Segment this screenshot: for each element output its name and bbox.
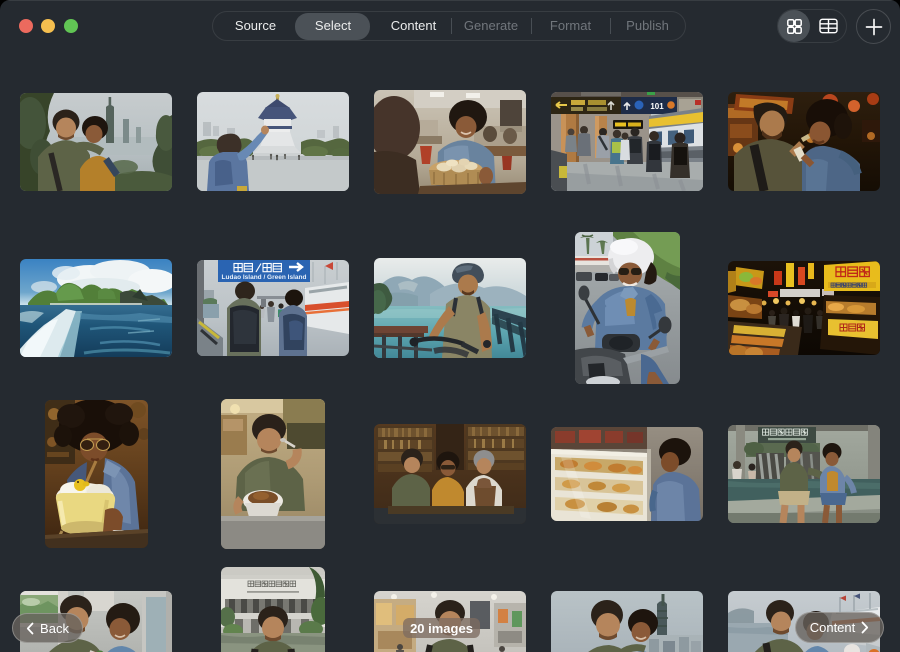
svg-text:Ludao Island / Green Island: Ludao Island / Green Island <box>222 274 307 281</box>
svg-text:101: 101 <box>650 102 664 111</box>
